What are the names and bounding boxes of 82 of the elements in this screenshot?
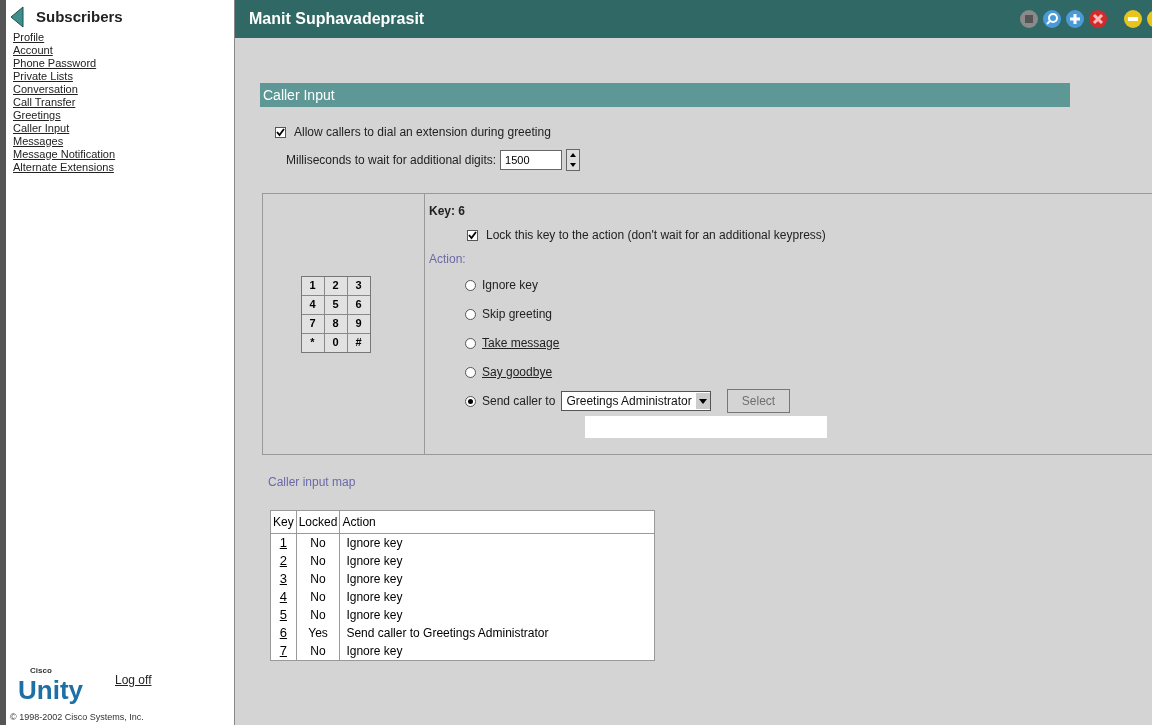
keypad-key[interactable]: 1 [301,276,324,295]
keypad-key[interactable]: 9 [347,314,370,333]
key-link[interactable]: 7 [279,643,287,658]
column-header: Action [339,510,655,534]
section-title: Caller Input [263,85,335,105]
radio-button[interactable] [465,337,476,349]
keypad-key[interactable]: 7 [301,314,324,333]
spinner-arrows-icon[interactable] [566,149,581,171]
option-label: Skip greeting [482,306,553,323]
number-field[interactable]: 1500 [500,150,563,170]
field-label: Milliseconds to wait for additional digits: [286,152,497,169]
key-link[interactable]: 1 [279,535,287,550]
checkbox-label: Lock this key to the action (don't wait for an additional keypress) [486,227,826,244]
table-cell: No [310,589,326,604]
logoff-link[interactable]: Log off [115,670,152,689]
nav-link[interactable]: Caller Input [13,121,234,135]
option-link[interactable]: Take message [482,334,560,352]
key-link[interactable]: 3 [279,571,287,586]
option-label: Send caller to [482,393,556,410]
key-title: Key: 6 [429,203,467,220]
map-title: Caller input map [268,475,356,489]
search-icon[interactable] [1042,9,1062,29]
radio-button[interactable] [465,308,476,320]
option-label: Ignore key [482,277,539,294]
table-cell: Ignore key [346,553,403,568]
minus-icon[interactable] [1123,9,1143,29]
keypad-key[interactable]: 6 [347,295,370,314]
dropdown-caret-icon[interactable] [695,393,710,409]
nav-link[interactable]: Greetings [13,108,234,122]
nav-link[interactable]: Account [13,43,234,57]
table-cell: Ignore key [346,571,403,586]
keypad-key[interactable]: 3 [347,276,370,295]
checkbox[interactable] [467,229,478,241]
text-field[interactable] [585,416,827,438]
page-title: Manit Suphavadeprasit [249,9,425,29]
table-cell: Ignore key [346,643,403,658]
action-label: Action: [429,251,467,268]
close-icon[interactable] [1088,9,1108,29]
checkbox-label: Allow callers to dial an extension during greeting [294,124,551,141]
keypad-key[interactable]: 0 [324,333,347,352]
nav-link[interactable]: Private Lists [13,69,234,83]
add-icon[interactable] [1065,9,1085,29]
option-link[interactable]: Say goodbye [482,363,553,381]
checkbox[interactable] [275,126,286,138]
table-cell: Send caller to Greetings Administrator [346,625,549,640]
back-arrow-icon[interactable] [10,6,24,29]
nav-link[interactable]: Alternate Extensions [13,160,234,174]
table-cell: Yes [308,625,328,640]
nav-link[interactable]: Message Notification [13,147,234,161]
radio-button[interactable] [465,395,476,407]
nav-link[interactable]: Profile [13,30,234,44]
keypad-key[interactable]: 5 [324,295,347,314]
keypad-key[interactable]: 8 [324,314,347,333]
table-cell: No [310,607,326,622]
logo-text: Unity [18,676,83,703]
keypad-key[interactable]: 4 [301,295,324,314]
keypad-key[interactable]: * [301,333,324,352]
nav-link[interactable]: Conversation [13,82,234,96]
keypad-key[interactable]: # [347,333,370,352]
table-cell: Ignore key [346,589,403,604]
key-link[interactable]: 4 [279,589,287,604]
table-cell: Ignore key [346,535,403,550]
radio-button[interactable] [465,279,476,291]
copyright-text: © 1998-2002 Cisco Systems, Inc. [10,710,145,724]
table-cell: No [310,553,326,568]
logo-caption: Cisco [29,664,53,677]
dropdown[interactable]: Greetings Administrator [561,391,711,411]
nav-link[interactable]: Call Transfer [13,95,234,109]
table-cell: No [310,571,326,586]
column-header: Key [270,510,297,534]
nav-link[interactable]: Phone Password [13,56,234,70]
table-cell: Ignore key [346,607,403,622]
keypad-key[interactable]: 2 [324,276,347,295]
sidebar-title: Subscribers [36,7,123,27]
key-link[interactable]: 2 [279,553,287,568]
table-cell: No [310,535,326,550]
key-link[interactable]: 6 [279,625,287,640]
column-header: Locked [296,510,340,534]
key-link[interactable]: 5 [279,607,287,622]
nav-link[interactable]: Messages [13,134,234,148]
table-cell: No [310,643,326,658]
radio-button[interactable] [465,366,476,378]
